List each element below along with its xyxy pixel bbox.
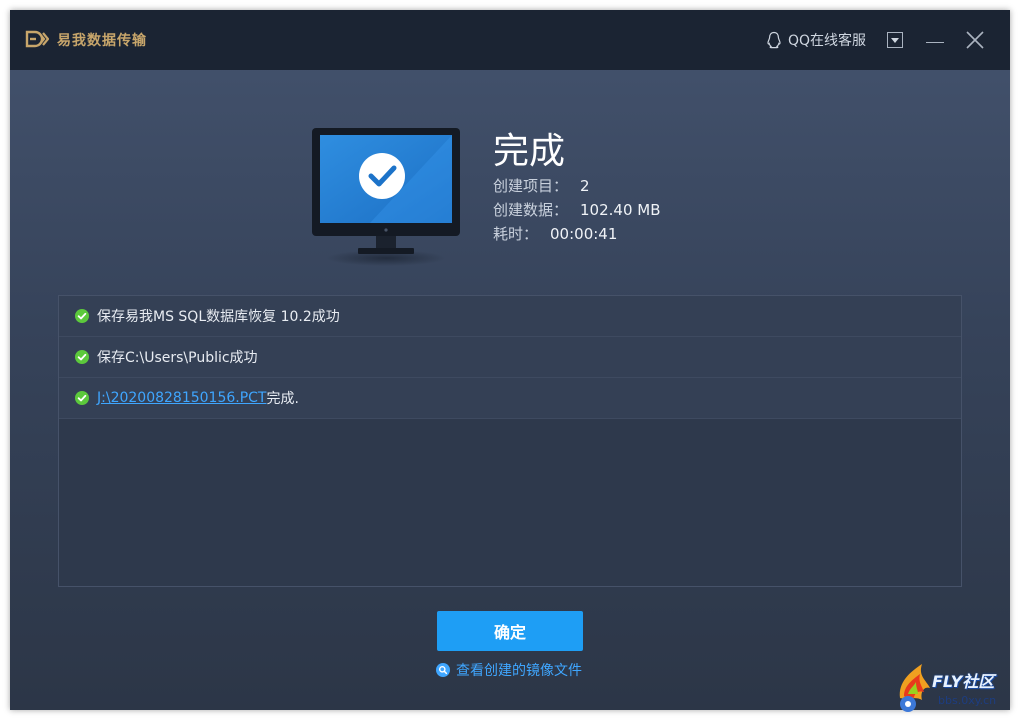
- dropdown-icon[interactable]: [887, 32, 903, 48]
- view-created-images-label: 查看创建的镜像文件: [456, 663, 582, 679]
- app-title: 易我数据传输: [57, 33, 147, 49]
- watermark-logo: FLY社区 bbs.0xy.cn: [892, 658, 1017, 716]
- stat-elapsed-time: 耗时： 00:00:41: [493, 225, 618, 243]
- result-title: 完成: [493, 131, 566, 172]
- qq-support-label: QQ在线客服: [788, 33, 867, 49]
- monitor-check-icon: [312, 128, 460, 266]
- qq-support-link[interactable]: QQ在线客服: [766, 30, 866, 50]
- log-item: J:\20200828150156.PCT 完成.: [59, 378, 961, 419]
- result-stats: 创建项目： 2 创建数据： 102.40 MB 耗时： 00:00:41: [493, 174, 661, 246]
- view-created-images-link[interactable]: 查看创建的镜像文件: [436, 660, 582, 680]
- app-logo-icon: [25, 30, 49, 48]
- search-icon: [436, 663, 450, 677]
- qq-penguin-icon: [767, 31, 781, 49]
- check-circle-icon: [75, 350, 89, 364]
- log-item: 保存易我MS SQL数据库恢复 10.2成功: [59, 296, 961, 337]
- log-list[interactable]: 保存易我MS SQL数据库恢复 10.2成功 保存C:\Users\Public…: [58, 295, 962, 587]
- app-window: 易我数据传输 QQ在线客服 完成 创建项目： 2 创建数据： 102.40 MB…: [10, 10, 1010, 710]
- check-circle-icon: [75, 309, 89, 323]
- fly-logo-icon: [899, 664, 930, 712]
- watermark-brand: FLY社区: [932, 672, 995, 691]
- stat-items-created: 创建项目： 2: [493, 177, 590, 195]
- log-item: 保存C:\Users\Public成功: [59, 337, 961, 378]
- log-item-text: 保存C:\Users\Public成功: [97, 350, 258, 366]
- stat-data-created: 创建数据： 102.40 MB: [493, 201, 661, 219]
- log-item-suffix: 完成.: [266, 391, 299, 407]
- close-icon[interactable]: [965, 30, 985, 50]
- log-item-text: 保存易我MS SQL数据库恢复 10.2成功: [97, 309, 340, 325]
- ok-button[interactable]: 确定: [437, 611, 583, 651]
- check-circle-icon: [75, 391, 89, 405]
- title-bar: 易我数据传输 QQ在线客服: [10, 10, 1010, 70]
- minimize-icon[interactable]: [926, 31, 944, 49]
- image-file-link[interactable]: J:\20200828150156.PCT: [97, 390, 266, 406]
- watermark-url: bbs.0xy.cn: [938, 694, 997, 707]
